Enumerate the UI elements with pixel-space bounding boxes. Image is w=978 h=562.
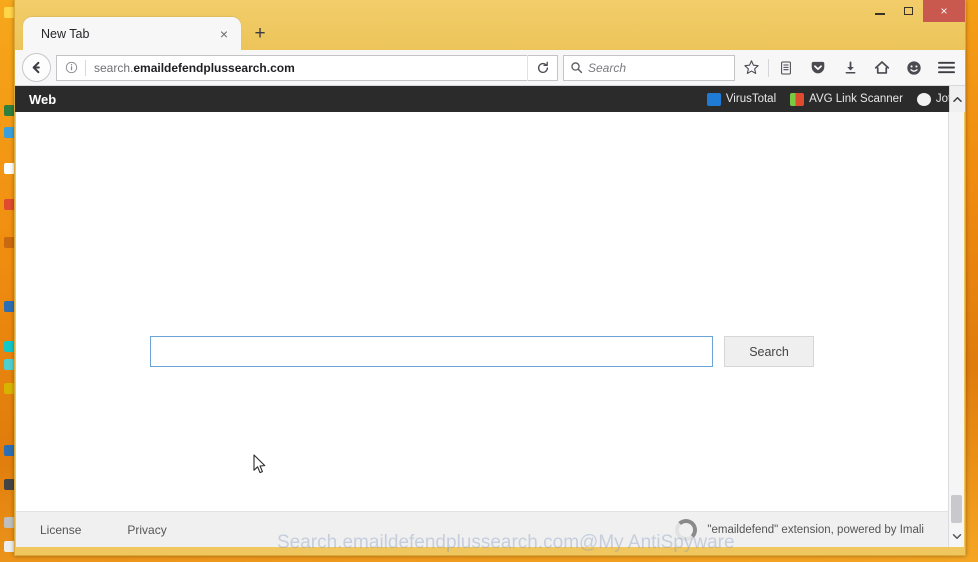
addon-scroll-up-button[interactable] <box>949 86 965 112</box>
addon-web-label: Web <box>29 91 57 107</box>
title-bar: × New Tab × + <box>15 0 965 50</box>
address-bar[interactable]: search.emaildefendplussearch.com <box>56 54 558 81</box>
footer-right-group: "emaildefend" extension, powered by Imal… <box>675 518 924 541</box>
page-content: Search License Privacy "emaildefend" ext… <box>16 112 948 547</box>
close-window-button[interactable]: × <box>923 0 965 22</box>
pocket-icon[interactable] <box>802 53 834 83</box>
page-footer: License Privacy "emaildefend" extension,… <box>16 511 948 547</box>
window-controls: × <box>865 0 965 22</box>
maximize-button[interactable] <box>894 0 923 22</box>
address-bar-url: search.emaildefendplussearch.com <box>86 61 527 75</box>
url-host: emaildefendplussearch.com <box>133 60 295 75</box>
addon-link-virustotal[interactable]: VirusTotal <box>706 92 777 106</box>
addon-toolbar: Web VirusTotal AVG Link Scanner Jotti <box>15 86 965 112</box>
home-icon[interactable] <box>866 53 898 83</box>
footer-link-privacy[interactable]: Privacy <box>127 523 166 537</box>
downloads-icon[interactable] <box>834 53 866 83</box>
browser-window: × New Tab × + search.emaildefendplussear… <box>14 0 966 556</box>
divider <box>768 58 769 77</box>
tab-title: New Tab <box>41 26 90 41</box>
search-button[interactable]: Search <box>724 336 814 367</box>
addon-link-label: VirusTotal <box>725 93 777 105</box>
addon-link-group: VirusTotal AVG Link Scanner Jotti <box>706 92 965 106</box>
addon-link-label: AVG Link Scanner <box>809 93 903 105</box>
sync-chat-icon[interactable] <box>898 53 930 83</box>
footer-extension-note: "emaildefend" extension, powered by Imal… <box>707 523 924 536</box>
search-input[interactable] <box>150 336 713 367</box>
close-icon[interactable]: × <box>215 25 233 43</box>
jotti-icon <box>916 92 931 106</box>
chevron-down-icon[interactable] <box>949 527 964 545</box>
virustotal-icon <box>706 92 721 106</box>
loading-spinner-icon <box>675 518 698 541</box>
minimize-button[interactable] <box>865 0 894 22</box>
page-scrollbar[interactable] <box>948 112 964 547</box>
scrollbar-thumb[interactable] <box>951 495 962 523</box>
navigation-toolbar: search.emaildefendplussearch.com Search <box>15 50 965 86</box>
info-icon[interactable] <box>57 61 85 74</box>
back-arrow-icon[interactable] <box>22 53 51 82</box>
search-form: Search <box>150 336 814 367</box>
url-subdomain: search. <box>94 60 134 75</box>
addon-link-avg[interactable]: AVG Link Scanner <box>790 92 903 106</box>
reload-icon[interactable] <box>527 54 557 81</box>
hamburger-menu-icon[interactable] <box>930 53 962 83</box>
avg-icon <box>790 92 805 106</box>
toolbar-search-box[interactable]: Search <box>563 54 735 81</box>
bookmark-star-icon[interactable] <box>735 53 767 83</box>
tab-new-tab[interactable]: New Tab × <box>23 17 241 50</box>
reader-list-icon[interactable] <box>770 53 802 83</box>
search-icon <box>564 61 588 74</box>
footer-link-license[interactable]: License <box>40 523 81 537</box>
new-tab-button[interactable]: + <box>245 18 275 48</box>
toolbar-search-placeholder: Search <box>588 60 627 75</box>
tab-strip: New Tab × + <box>23 16 275 50</box>
